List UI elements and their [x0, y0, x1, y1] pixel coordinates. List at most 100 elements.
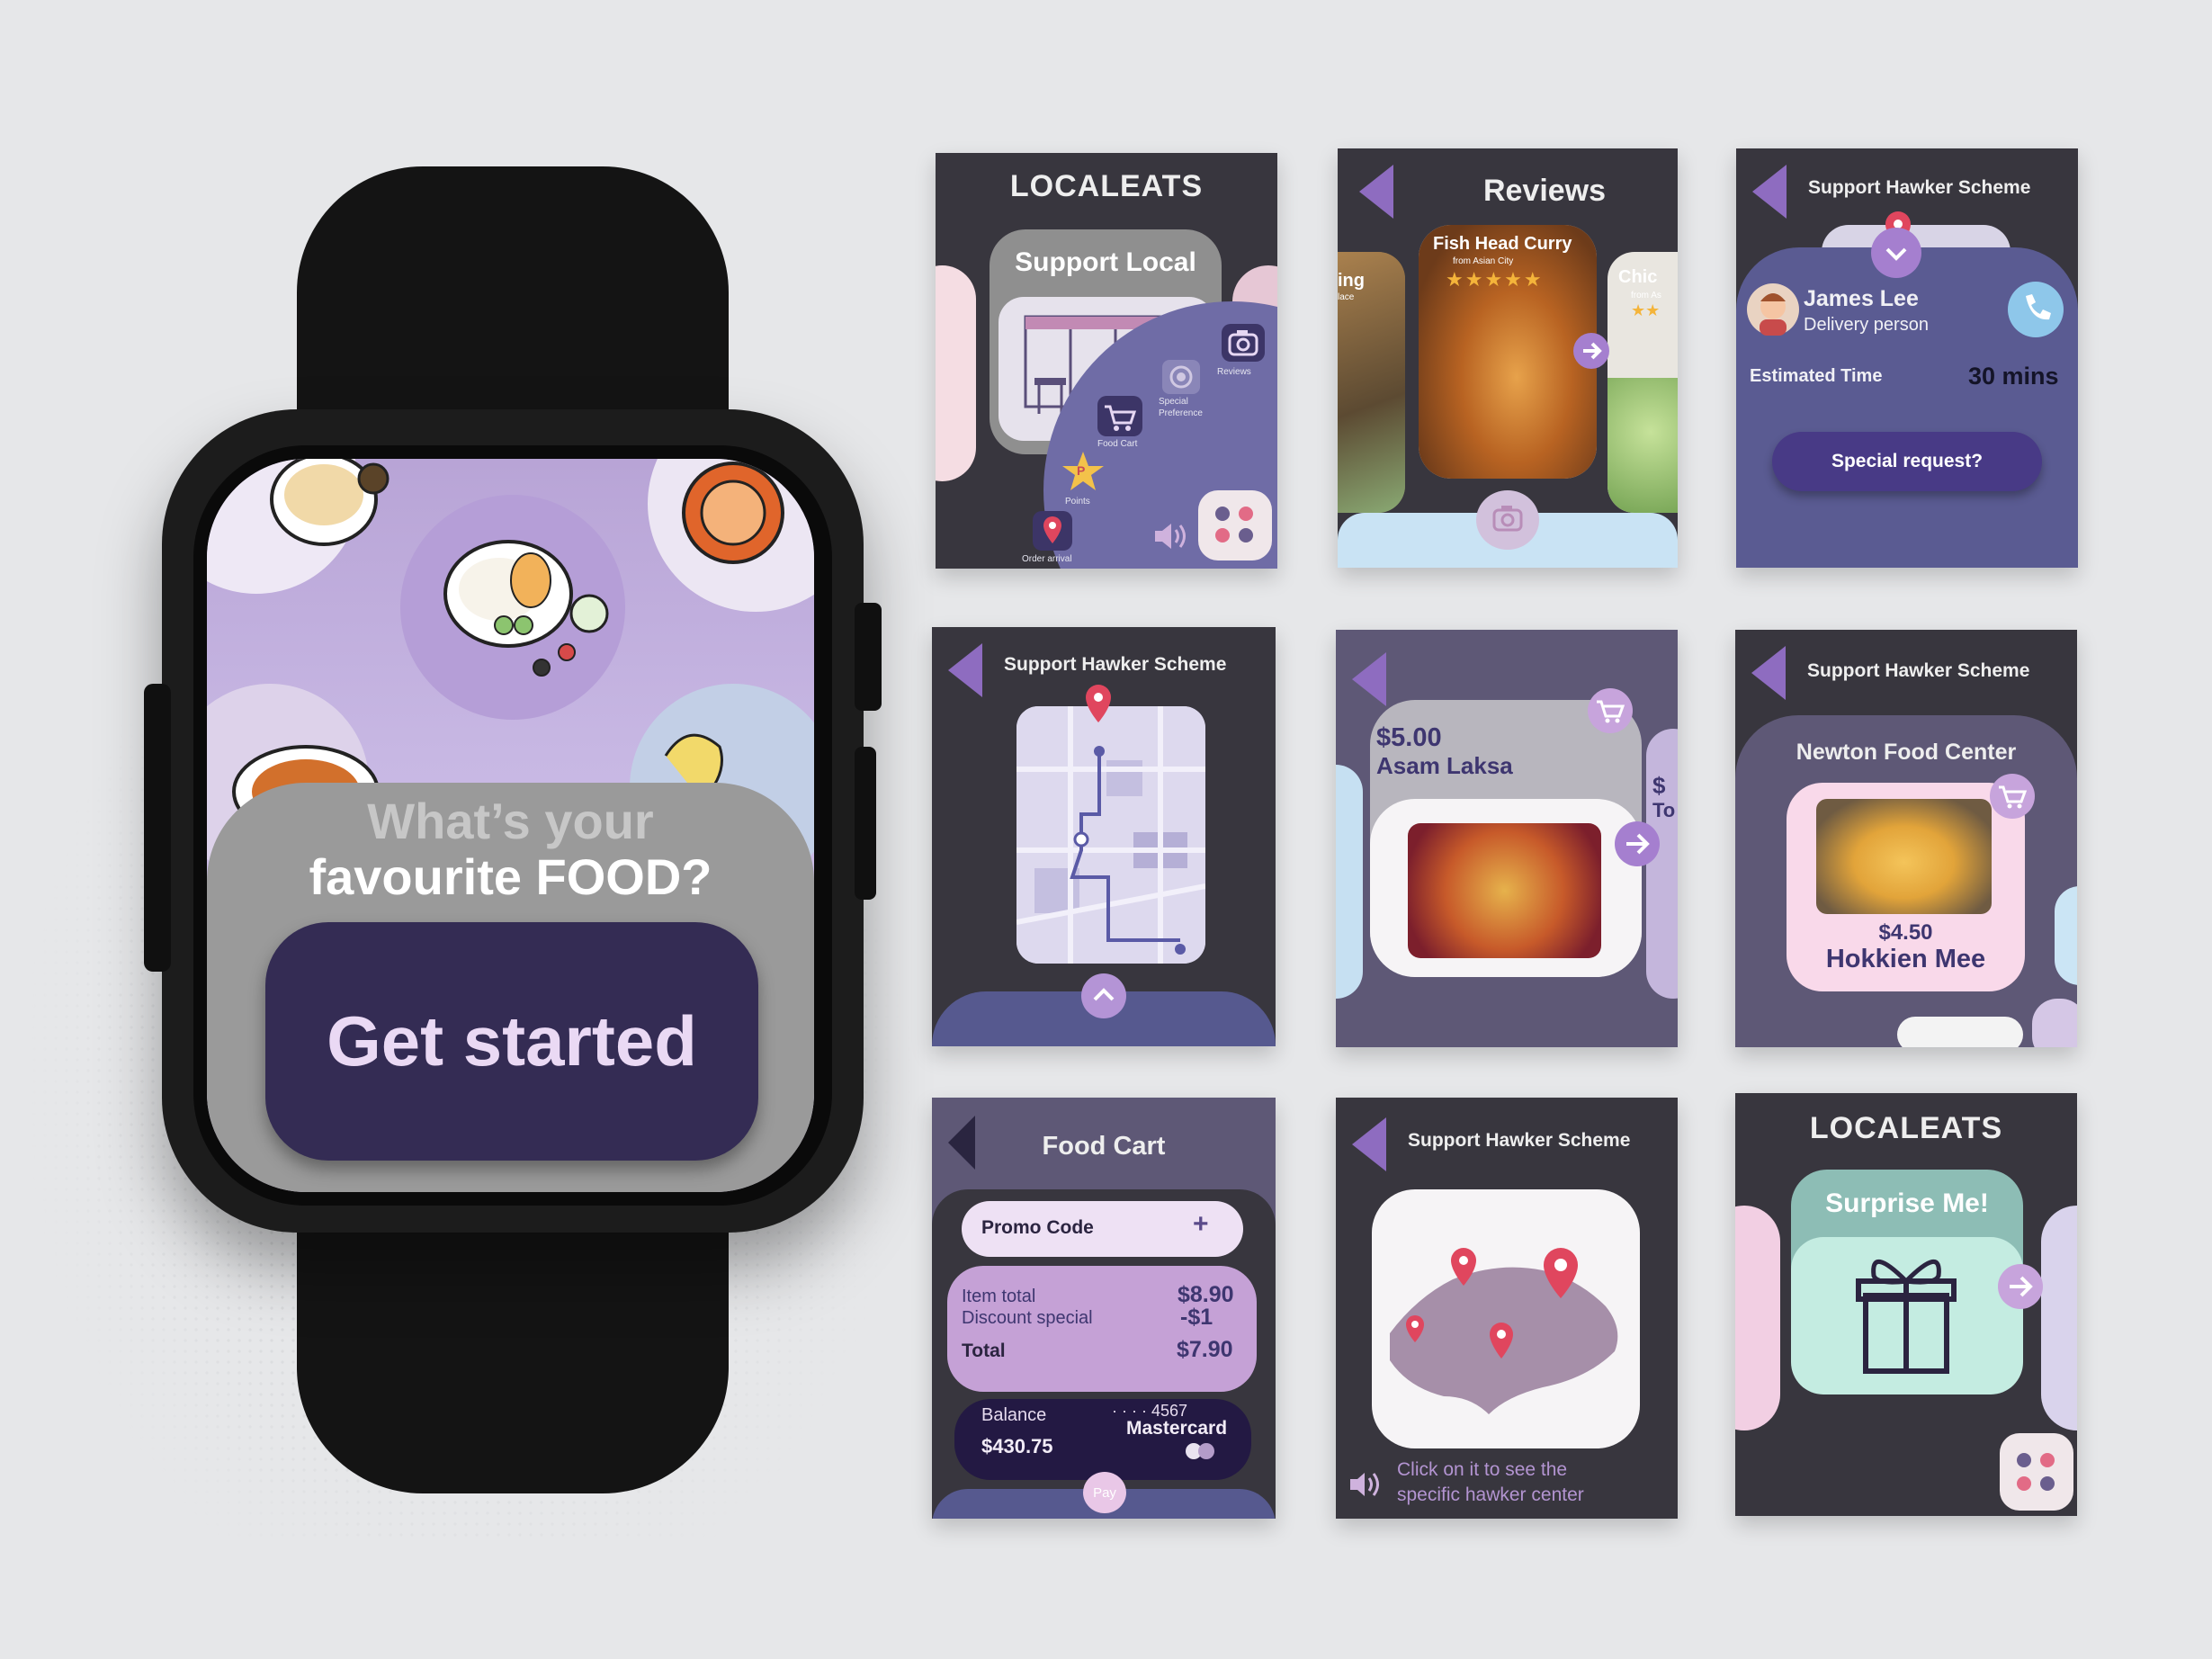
- card-home: LOCALEATS Support Local Reviews Special …: [936, 153, 1277, 569]
- next-dish-partial-name: To: [1652, 799, 1676, 821]
- discount-value: -$1: [1180, 1305, 1213, 1330]
- prev-page-tab[interactable]: [936, 265, 976, 481]
- special-request-button[interactable]: Special request?: [1772, 432, 2042, 491]
- route-title: Support Hawker Scheme: [1004, 654, 1227, 675]
- back-arrow-icon[interactable]: [1751, 646, 1786, 700]
- eta-label: Estimated Time: [1750, 366, 1883, 386]
- venue-name: Newton Food Center: [1796, 740, 2017, 765]
- add-promo-button[interactable]: +: [1193, 1209, 1209, 1240]
- destination-pin-icon: [1083, 683, 1114, 724]
- mastercard-logo-icon: [1182, 1441, 1222, 1461]
- pay-button[interactable]: Pay: [1083, 1472, 1126, 1513]
- card-brand: Mastercard: [1126, 1418, 1228, 1439]
- total-value: $7.90: [1177, 1337, 1233, 1362]
- question-line-2: favourite FOOD?: [309, 848, 712, 905]
- dish-price: $5.00: [1376, 723, 1442, 752]
- dish-name: Asam Laksa: [1376, 752, 1513, 779]
- back-arrow-icon[interactable]: [1359, 165, 1393, 219]
- special-preference-icon[interactable]: [1162, 360, 1200, 394]
- map-hint-line-2: specific hawker center: [1397, 1484, 1584, 1505]
- hawker-pin-icon[interactable]: [1403, 1314, 1427, 1344]
- card-sg-map: Support Hawker Scheme Click on it to see…: [1336, 1098, 1678, 1519]
- review-prev-partial-name: ing: [1338, 271, 1365, 291]
- watch-screen: What’s your favourite FOOD? Get started: [207, 459, 814, 1192]
- order-arrival-icon[interactable]: [1033, 511, 1072, 551]
- card-newton: Support Hawker Scheme Newton Food Center…: [1735, 630, 2077, 1047]
- surprise-me-title: Surprise Me!: [1825, 1188, 1989, 1218]
- add-to-cart-icon[interactable]: [1588, 688, 1633, 733]
- app-title: LOCALEATS: [1809, 1111, 2003, 1145]
- points-badge: P: [1077, 463, 1086, 478]
- watch-side-key: [855, 747, 876, 900]
- apps-grid-button[interactable]: [2000, 1433, 2073, 1511]
- get-started-button[interactable]: Get started: [265, 922, 758, 1161]
- review-dish-sub: from Asian City: [1453, 256, 1514, 266]
- card-delivery: Support Hawker Scheme James Lee Delivery…: [1736, 148, 2078, 568]
- menu-label-special-preference: Special Preference: [1159, 397, 1203, 418]
- total-label: Total: [962, 1341, 1006, 1361]
- hawker-pin-icon[interactable]: [1448, 1246, 1479, 1287]
- menu-label-reviews: Reviews: [1217, 367, 1251, 377]
- collapse-chevron-icon[interactable]: [1871, 228, 1921, 278]
- back-arrow-icon[interactable]: [1352, 652, 1386, 706]
- menu-label-food-cart: Food Cart: [1097, 439, 1138, 449]
- app-title: LOCALEATS: [1009, 169, 1204, 203]
- delivery-person-role: Delivery person: [1804, 315, 1929, 335]
- back-arrow-icon[interactable]: [1752, 165, 1787, 219]
- menu-label-points: Points: [1065, 497, 1090, 507]
- review-dish-name: Fish Head Curry: [1433, 234, 1572, 254]
- review-next-partial-sub: from As: [1631, 291, 1661, 300]
- bottom-pill: [1897, 1017, 2023, 1047]
- card-route-map: Support Hawker Scheme: [932, 627, 1276, 1046]
- reviews-title: Reviews: [1482, 174, 1607, 208]
- next-arrow-icon[interactable]: [1573, 333, 1609, 369]
- eta-value: 30 mins: [1968, 363, 2059, 390]
- avatar: [1747, 283, 1799, 336]
- discount-label: Discount special: [962, 1308, 1093, 1328]
- add-to-cart-icon[interactable]: [1990, 774, 2035, 819]
- menu-label-order-arrival: Order arrival: [1022, 554, 1072, 564]
- next-dish-tab[interactable]: [2055, 886, 2077, 985]
- speaker-icon[interactable]: [1151, 520, 1191, 552]
- balance-value: $430.75: [981, 1435, 1053, 1457]
- expand-chevron-icon[interactable]: [1081, 973, 1126, 1018]
- cart-title: Food Cart: [1042, 1132, 1166, 1161]
- prev-dish-tab[interactable]: [1336, 765, 1363, 999]
- next-page-tab[interactable]: [2032, 999, 2077, 1047]
- watch-digital-crown: [855, 603, 882, 711]
- hawker-pin-icon[interactable]: [1541, 1246, 1581, 1300]
- review-prev-partial-sub: lace: [1338, 292, 1355, 302]
- route-map[interactable]: [1016, 706, 1205, 964]
- dish-name: Hokkien Mee: [1825, 945, 1986, 973]
- next-arrow-icon[interactable]: [1998, 1264, 2043, 1309]
- next-dish-partial-price: $: [1652, 772, 1666, 799]
- back-arrow-icon[interactable]: [948, 643, 982, 697]
- card-surprise: LOCALEATS Surprise Me!: [1735, 1093, 2077, 1516]
- delivery-person-name: James Lee: [1804, 286, 1919, 311]
- back-arrow-icon[interactable]: [1352, 1117, 1386, 1171]
- food-cart-icon[interactable]: [1097, 396, 1142, 436]
- map-hint-line-1: Click on it to see the: [1397, 1459, 1568, 1480]
- sg-map-title: Support Hawker Scheme: [1408, 1130, 1631, 1151]
- hawker-pin-icon[interactable]: [1487, 1321, 1516, 1360]
- asam-laksa-photo: [1408, 823, 1601, 958]
- next-page-tab[interactable]: [2041, 1206, 2077, 1430]
- speaker-icon[interactable]: [1347, 1468, 1383, 1501]
- hokkien-mee-photo: [1816, 799, 1992, 914]
- review-next-partial-stars: ★★: [1631, 301, 1661, 319]
- balance-label: Balance: [981, 1405, 1047, 1425]
- camera-icon[interactable]: [1222, 324, 1265, 362]
- item-total-label: Item total: [962, 1287, 1036, 1306]
- delivery-title: Support Hawker Scheme: [1808, 177, 2031, 198]
- gift-box-icon: [1848, 1251, 1965, 1377]
- card-food-cart: Food Cart Promo Code + Item total $8.90 …: [932, 1098, 1276, 1519]
- newton-title: Support Hawker Scheme: [1807, 660, 2030, 681]
- add-review-camera-icon[interactable]: [1476, 490, 1539, 550]
- next-dish-arrow-icon[interactable]: [1615, 821, 1660, 866]
- prev-page-tab[interactable]: [1735, 1206, 1780, 1430]
- dish-price: $4.50: [1878, 920, 1933, 945]
- apps-grid-button[interactable]: [1198, 490, 1272, 560]
- question-line-1: What’s your: [367, 793, 654, 849]
- call-phone-icon[interactable]: [2008, 282, 2064, 337]
- card-laksa: $ To $5.00 Asam Laksa: [1336, 630, 1678, 1047]
